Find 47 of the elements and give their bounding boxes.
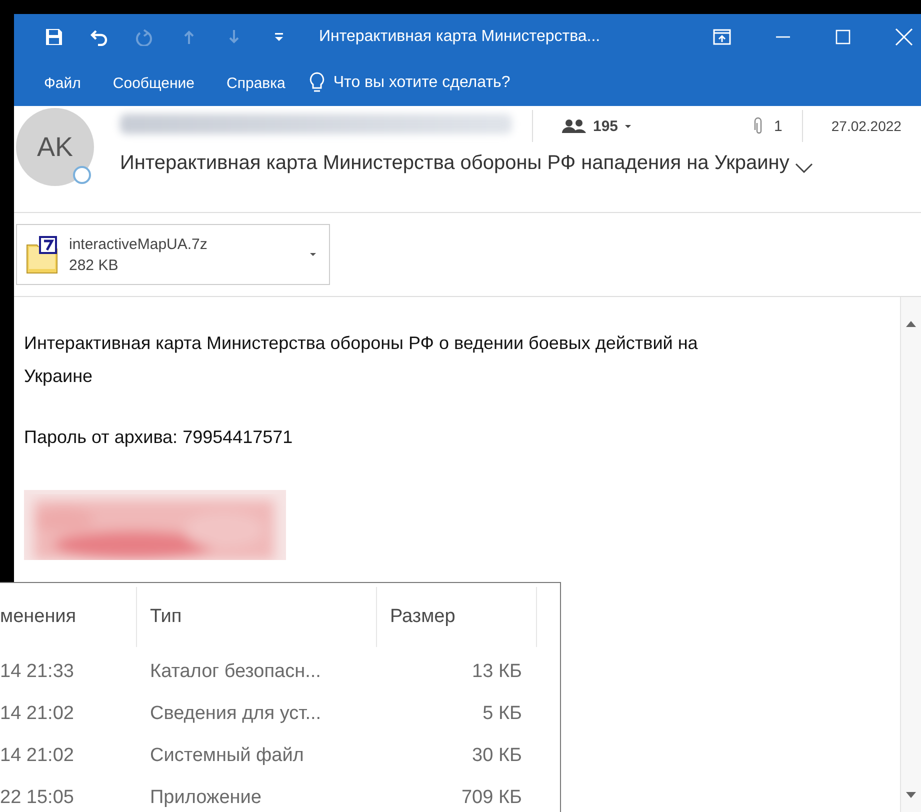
file-size: 709 КБ — [460, 786, 523, 810]
file-type: Сведения для уст... — [149, 702, 322, 726]
file-type: Приложение — [149, 786, 262, 810]
presence-icon — [73, 166, 91, 184]
scroll-up-icon[interactable] — [906, 321, 916, 327]
ribbon-display-icon[interactable] — [713, 29, 731, 45]
people-icon — [561, 118, 587, 134]
message-subject: Интерактивная карта Министерства обороны РФ нападения на Украину — [120, 152, 790, 175]
recipients-button[interactable]: 195 — [561, 118, 632, 134]
scroll-down-icon[interactable] — [906, 792, 916, 798]
maximize-icon[interactable] — [835, 29, 851, 45]
scrollbar[interactable] — [900, 297, 921, 812]
attachment-card[interactable]: interactiveMapUA.7z 282 KB — [16, 224, 330, 285]
attachment-name: interactiveMapUA.7z — [69, 236, 208, 252]
lightbulb-icon — [309, 72, 326, 94]
file-type: Системный файл — [149, 744, 305, 768]
file-modified: 14 21:02 — [0, 702, 75, 726]
file-modified: 22 15:05 — [0, 786, 75, 810]
file-size: 30 КБ — [471, 744, 523, 768]
paperclip-icon — [754, 117, 764, 135]
message-date: 27.02.2022 — [831, 118, 902, 134]
menu-item[interactable]: Справка — [210, 74, 302, 92]
column-header[interactable]: Тип — [137, 587, 377, 647]
attachment-count: 1 — [774, 118, 782, 134]
attachment-size: 282 KB — [69, 256, 120, 274]
avatar: AK — [16, 108, 94, 186]
save-icon — [45, 28, 63, 46]
file-size: 13 КБ — [471, 660, 523, 684]
redo-icon — [135, 28, 153, 46]
column-header[interactable]: менения — [0, 587, 137, 647]
column-header[interactable]: Размер — [377, 587, 537, 647]
message-paragraph: Интерактивная карта Министерства обороны РФ о ведении боевых действий на Украине — [24, 332, 699, 388]
message-paragraph: Пароль от архива: 79954417571 — [24, 426, 294, 449]
menu-item[interactable]: Файл — [28, 74, 97, 92]
file-modified: 14 21:02 — [0, 744, 75, 768]
file-size: 5 КБ — [482, 702, 523, 726]
menu-item[interactable]: Сообщение — [96, 74, 211, 92]
file-modified: 14 21:33 — [0, 660, 75, 684]
caret-icon — [309, 252, 317, 257]
window-title: Интерактивная карта Министерства... — [319, 28, 600, 46]
undo-icon — [90, 28, 108, 46]
tell-me-search[interactable]: Что вы хотите сделать? — [309, 72, 576, 94]
close-icon[interactable] — [895, 28, 913, 46]
caret-icon — [624, 124, 632, 128]
archive-file-icon — [25, 234, 59, 274]
chevron-down-icon[interactable] — [795, 162, 814, 172]
file-type: Каталог безопасн... — [149, 660, 322, 684]
